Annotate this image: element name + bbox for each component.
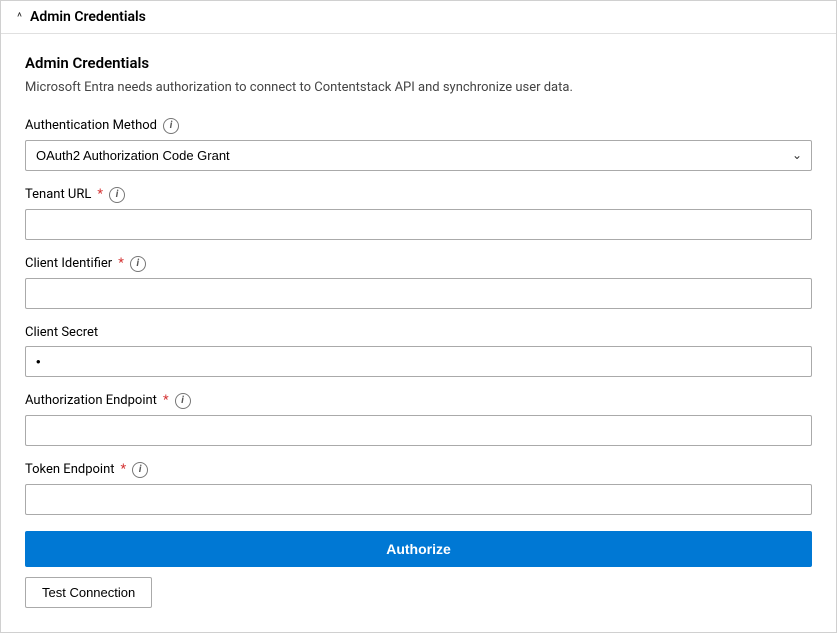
section-body: Admin Credentials Microsoft Entra needs … (1, 34, 836, 632)
tenant-url-label: Tenant URL * i (25, 187, 812, 203)
client-secret-group: Client Secret (25, 325, 812, 377)
client-identifier-label: Client Identifier * i (25, 256, 812, 272)
auth-method-select[interactable]: OAuth2 Authorization Code Grant Basic Au… (25, 140, 812, 171)
token-endpoint-info-icon[interactable]: i (132, 462, 148, 478)
auth-method-info-icon[interactable]: i (163, 118, 179, 134)
admin-credentials-card: ^ Admin Credentials Admin Credentials Mi… (0, 0, 837, 633)
client-identifier-group: Client Identifier * i (25, 256, 812, 309)
client-secret-label: Client Secret (25, 325, 812, 340)
tenant-url-label-text: Tenant URL (25, 187, 91, 202)
authorization-endpoint-group: Authorization Endpoint * i (25, 393, 812, 446)
authorization-endpoint-required: * (163, 393, 169, 408)
client-identifier-label-text: Client Identifier (25, 256, 112, 271)
form-description: Microsoft Entra needs authorization to c… (25, 78, 812, 98)
client-identifier-required: * (118, 256, 124, 271)
authorize-button[interactable]: Authorize (25, 531, 812, 567)
collapse-chevron-icon[interactable]: ^ (17, 10, 22, 24)
token-endpoint-group: Token Endpoint * i (25, 462, 812, 515)
token-endpoint-label-text: Token Endpoint (25, 462, 115, 477)
auth-method-group: Authentication Method i OAuth2 Authoriza… (25, 118, 812, 171)
tenant-url-required: * (97, 187, 103, 202)
authorization-endpoint-label: Authorization Endpoint * i (25, 393, 812, 409)
section-header: ^ Admin Credentials (1, 1, 836, 34)
auth-method-label-text: Authentication Method (25, 118, 157, 133)
token-endpoint-required: * (121, 462, 127, 477)
section-header-title: Admin Credentials (30, 9, 146, 25)
authorization-endpoint-input[interactable] (25, 415, 812, 446)
authorization-endpoint-label-text: Authorization Endpoint (25, 393, 157, 408)
client-secret-input[interactable] (25, 346, 812, 377)
token-endpoint-input[interactable] (25, 484, 812, 515)
authorization-endpoint-info-icon[interactable]: i (175, 393, 191, 409)
tenant-url-group: Tenant URL * i (25, 187, 812, 240)
form-title: Admin Credentials (25, 54, 812, 72)
tenant-url-input[interactable] (25, 209, 812, 240)
client-secret-label-text: Client Secret (25, 325, 98, 340)
client-identifier-input[interactable] (25, 278, 812, 309)
test-connection-button[interactable]: Test Connection (25, 577, 152, 608)
token-endpoint-label: Token Endpoint * i (25, 462, 812, 478)
tenant-url-info-icon[interactable]: i (109, 187, 125, 203)
auth-method-label: Authentication Method i (25, 118, 812, 134)
auth-method-select-wrapper: OAuth2 Authorization Code Grant Basic Au… (25, 140, 812, 171)
client-identifier-info-icon[interactable]: i (130, 256, 146, 272)
